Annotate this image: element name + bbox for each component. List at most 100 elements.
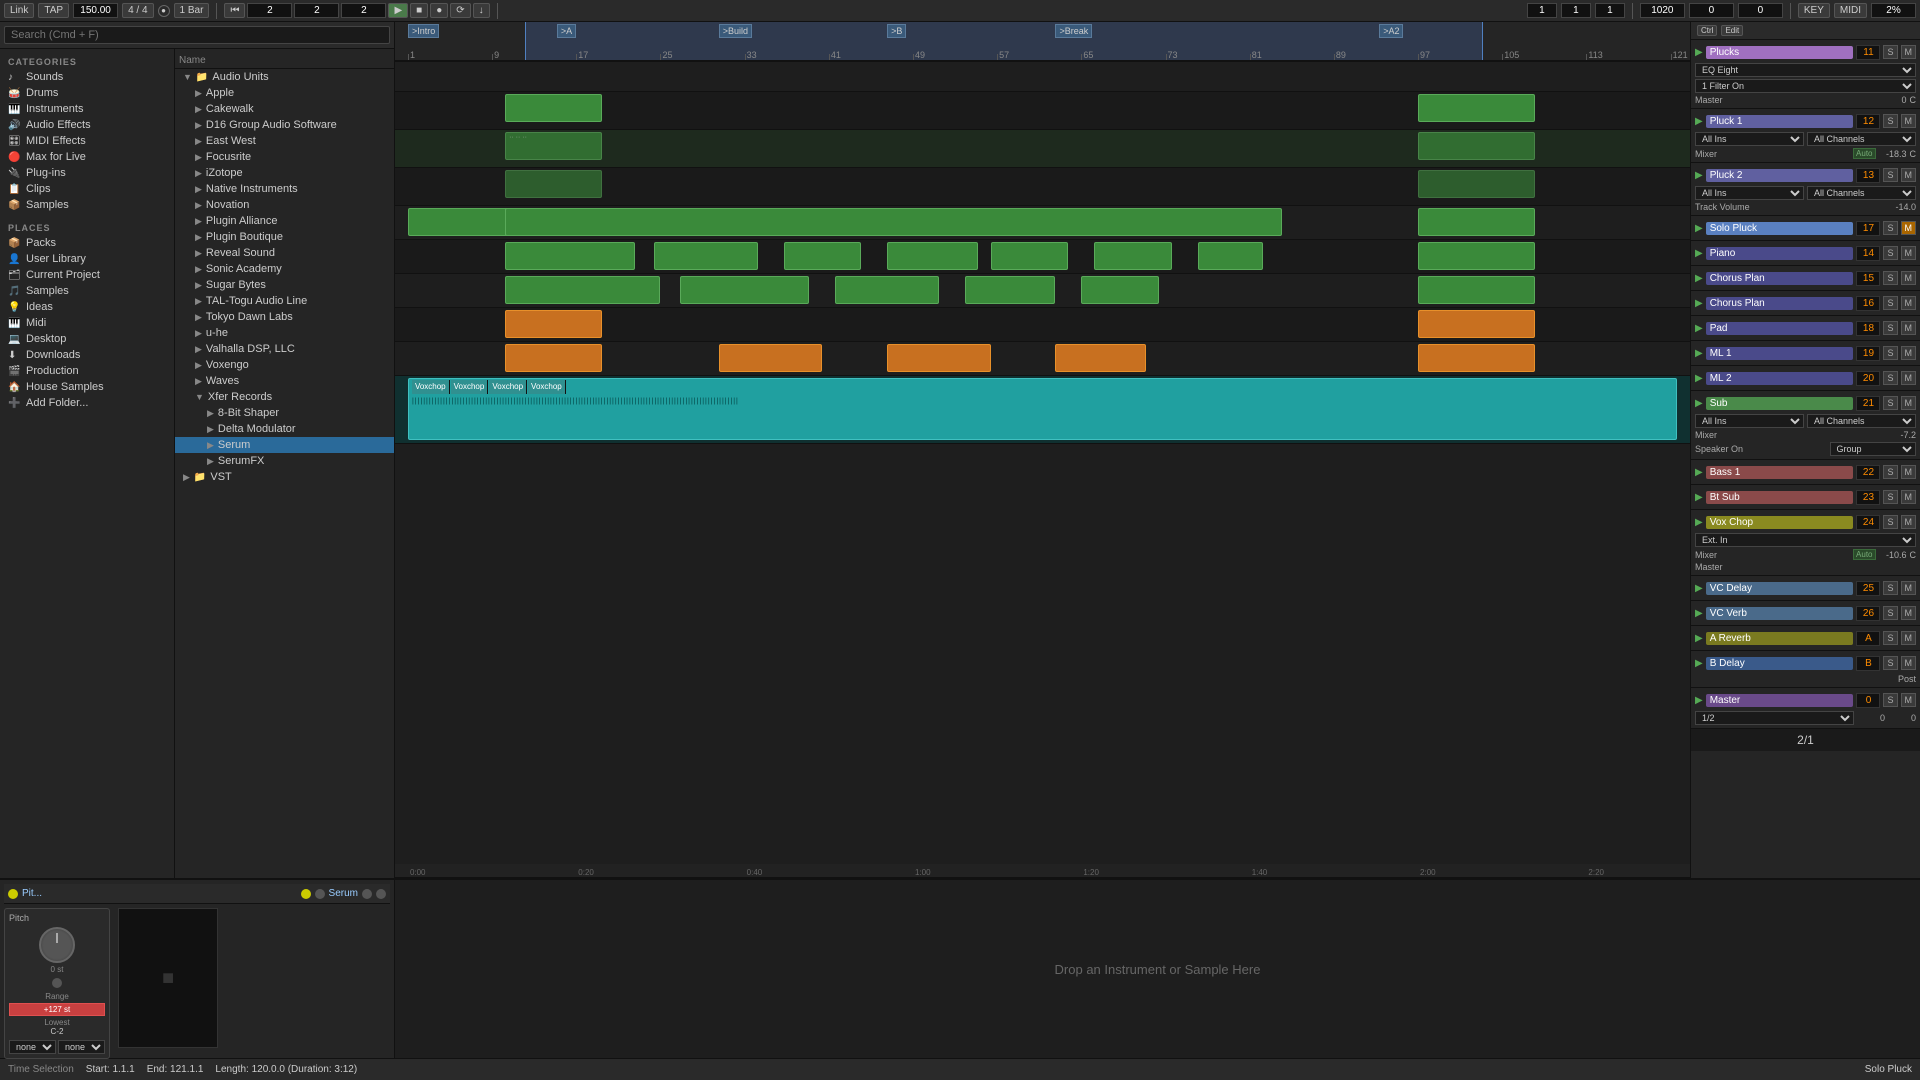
- mute-button[interactable]: M: [1901, 221, 1917, 235]
- browser-voxengo[interactable]: ▶ Voxengo: [175, 357, 394, 373]
- mute-button[interactable]: M: [1901, 465, 1917, 479]
- browser-east-west[interactable]: ▶ East West: [175, 133, 394, 149]
- browser-reveal-sound[interactable]: ▶ Reveal Sound: [175, 245, 394, 261]
- section-a[interactable]: >A: [557, 24, 576, 38]
- mute-button[interactable]: M: [1901, 321, 1917, 335]
- mute-button[interactable]: M: [1901, 114, 1917, 128]
- record-button[interactable]: ●: [430, 3, 448, 18]
- solo-button[interactable]: S: [1883, 606, 1897, 620]
- play-icon[interactable]: ▶: [1695, 47, 1703, 58]
- ctrl-button[interactable]: Ctrl: [1697, 25, 1717, 36]
- clip[interactable]: [680, 276, 810, 304]
- cat-plugins[interactable]: 🔌 Plug-ins: [0, 165, 174, 181]
- clip[interactable]: [784, 242, 862, 270]
- browser-waves[interactable]: ▶ Waves: [175, 373, 394, 389]
- section-a2[interactable]: >A2: [1379, 24, 1403, 38]
- loop-button[interactable]: ⟳: [450, 3, 470, 18]
- play-icon[interactable]: ▶: [1695, 658, 1703, 669]
- midi-from[interactable]: none: [9, 1040, 56, 1054]
- cat-drums[interactable]: 🥁 Drums: [0, 85, 174, 101]
- follow-button[interactable]: ↓: [473, 3, 490, 18]
- solo-button[interactable]: S: [1883, 515, 1897, 529]
- place-production[interactable]: 🎬 Production: [0, 363, 174, 379]
- play-icon[interactable]: ▶: [1695, 633, 1703, 644]
- routing-select[interactable]: All Ins: [1695, 132, 1804, 146]
- browser-valhalla[interactable]: ▶ Valhalla DSP, LLC: [175, 341, 394, 357]
- mute-button[interactable]: M: [1901, 515, 1917, 529]
- solo-button[interactable]: S: [1883, 693, 1897, 707]
- clip[interactable]: [654, 242, 758, 270]
- play-icon[interactable]: ▶: [1695, 695, 1703, 706]
- midi-button[interactable]: MIDI: [1834, 3, 1867, 18]
- clip[interactable]: [505, 276, 660, 304]
- solo-button[interactable]: S: [1883, 114, 1897, 128]
- browser-8bit[interactable]: ▶ 8-Bit Shaper: [175, 405, 394, 421]
- browser-serumfx[interactable]: ▶ SerumFX: [175, 453, 394, 469]
- solo-button[interactable]: S: [1883, 631, 1897, 645]
- play-icon[interactable]: ▶: [1695, 492, 1703, 503]
- browser-sugar-bytes[interactable]: ▶ Sugar Bytes: [175, 277, 394, 293]
- loop-start[interactable]: 2: [247, 3, 292, 18]
- mute-button[interactable]: M: [1901, 346, 1917, 360]
- clip[interactable]: [505, 344, 602, 372]
- place-downloads[interactable]: ⬇ Downloads: [0, 347, 174, 363]
- play-icon[interactable]: ▶: [1695, 116, 1703, 127]
- place-desktop[interactable]: 💻 Desktop: [0, 331, 174, 347]
- browser-plugin-boutique[interactable]: ▶ Plugin Boutique: [175, 229, 394, 245]
- clip[interactable]: [505, 170, 602, 198]
- place-house-samples[interactable]: 🏠 House Samples: [0, 379, 174, 395]
- eq-select[interactable]: EQ Eight: [1695, 63, 1916, 77]
- place-current-project[interactable]: 🗂 Current Project: [0, 267, 174, 283]
- clip[interactable]: [505, 310, 602, 338]
- browser-plugin-alliance[interactable]: ▶ Plugin Alliance: [175, 213, 394, 229]
- place-samples[interactable]: 🎵 Samples: [0, 283, 174, 299]
- clip[interactable]: [887, 242, 978, 270]
- power-dot2[interactable]: [301, 889, 311, 899]
- auto-button[interactable]: Auto: [1853, 549, 1875, 560]
- group-select[interactable]: Group: [1830, 442, 1916, 456]
- browser-sonic-academy[interactable]: ▶ Sonic Academy: [175, 261, 394, 277]
- routing-select2[interactable]: All Channels: [1807, 414, 1916, 428]
- mute-button[interactable]: M: [1901, 296, 1917, 310]
- clip[interactable]: [1418, 170, 1535, 198]
- browser-d16[interactable]: ▶ D16 Group Audio Software: [175, 117, 394, 133]
- power-dot[interactable]: [8, 889, 18, 899]
- search-input[interactable]: [4, 26, 390, 44]
- clip[interactable]: [1418, 208, 1535, 236]
- solo-button[interactable]: S: [1883, 490, 1897, 504]
- clip[interactable]: [1055, 344, 1146, 372]
- cat-samples[interactable]: 📦 Samples: [0, 197, 174, 213]
- cat-clips[interactable]: 📋 Clips: [0, 181, 174, 197]
- place-user-library[interactable]: 👤 User Library: [0, 251, 174, 267]
- cat-audio-effects[interactable]: 🔊 Audio Effects: [0, 117, 174, 133]
- pitch-knob[interactable]: [39, 927, 75, 963]
- prev-button[interactable]: ⏮: [224, 3, 245, 18]
- voxchop-clip[interactable]: Voxchop Voxchop Voxchop Voxchop ||||||||…: [408, 378, 1677, 440]
- browser-izotope[interactable]: ▶ iZotope: [175, 165, 394, 181]
- solo-button[interactable]: S: [1883, 296, 1897, 310]
- section-break[interactable]: >Break: [1055, 24, 1092, 38]
- clip[interactable]: ·· ·· ··: [505, 132, 602, 160]
- clip[interactable]: [505, 94, 602, 122]
- close-dot[interactable]: [362, 889, 372, 899]
- browser-xfer[interactable]: ▼ Xfer Records: [175, 389, 394, 405]
- cat-midi-effects[interactable]: 🎛 MIDI Effects: [0, 133, 174, 149]
- solo-button[interactable]: S: [1883, 581, 1897, 595]
- browser-serum[interactable]: ▶ Serum: [175, 437, 394, 453]
- routing-select2[interactable]: All Channels: [1807, 186, 1916, 200]
- mute-button[interactable]: M: [1901, 371, 1917, 385]
- cat-sounds[interactable]: ♪ Sounds: [0, 69, 174, 85]
- browser-delta[interactable]: ▶ Delta Modulator: [175, 421, 394, 437]
- mute-button[interactable]: M: [1901, 631, 1917, 645]
- master-time-select[interactable]: 1/2: [1695, 711, 1854, 725]
- browser-novation[interactable]: ▶ Novation: [175, 197, 394, 213]
- stop-button[interactable]: ■: [410, 3, 428, 18]
- drop-zone[interactable]: Drop an Instrument or Sample Here: [395, 880, 1920, 1058]
- solo-button[interactable]: S: [1883, 271, 1897, 285]
- clip[interactable]: [1198, 242, 1263, 270]
- link-button[interactable]: Link: [4, 3, 34, 18]
- clip[interactable]: [1081, 276, 1159, 304]
- pos1-display[interactable]: 0: [1689, 3, 1734, 18]
- pitch-dot[interactable]: [52, 978, 62, 988]
- clip[interactable]: [1094, 242, 1172, 270]
